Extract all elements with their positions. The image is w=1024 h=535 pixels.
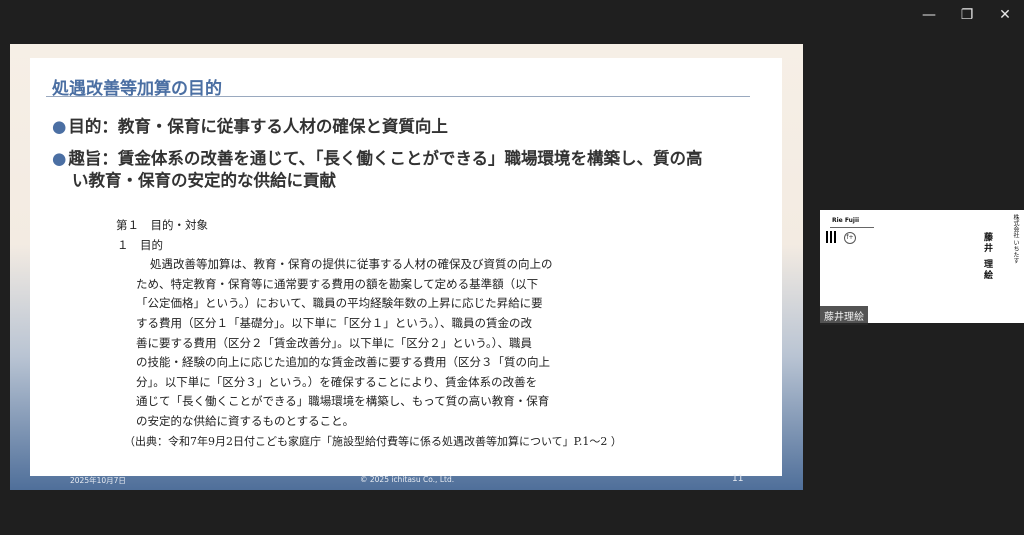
doc-line: ため、特定教育・保育等に通常要する費用の額を勘案して定める基準額（以下	[136, 276, 539, 291]
doc-line: 「公定価格」という。）において、職員の平均経験年数の上昇に応じた昇給に要	[136, 296, 543, 311]
title-divider	[46, 96, 750, 97]
bullet-purpose-text: 目的：教育・保育に従事する人材の確保と資質向上	[68, 117, 448, 136]
doc-subheading: １ 目的	[117, 237, 163, 252]
document-excerpt: 第１ 目的・対象 １ 目的 処遇改善等加算は、教育・保育の提供に従事する人材の確…	[116, 216, 626, 432]
restore-button[interactable]: ❐	[948, 0, 986, 30]
doc-line: 処遇改善等加算は、教育・保育の提供に従事する人材の確保及び資質の向上の	[150, 257, 553, 272]
doc-line: する費用（区分１「基礎分」。以下単に「区分１」という。）、職員の賃金の改	[136, 315, 533, 330]
bullet-intent: ● 趣旨：賃金体系の改善を通じて、「長く働くことができる」職場環境を構築し、質の高…	[52, 148, 732, 192]
slide-footer-date: 2025年10月7日	[70, 476, 126, 485]
slide-footer-copyright: © 2025 ichitasu Co., Ltd.	[360, 475, 455, 484]
shared-slide: 処遇改善等加算の目的 ● 目的：教育・保育に従事する人材の確保と資質向上 ● 趣旨：…	[10, 44, 803, 490]
bullet-dot-icon: ●	[52, 149, 67, 168]
doc-paragraph: 処遇改善等加算は、教育・保育の提供に従事する人材の確保及び資質の向上の ため、特…	[116, 255, 626, 431]
card-name-en: Rie Fujii	[832, 217, 860, 224]
doc-line: の技能・経験の向上に応じた追加的な賃金改善に要する費用（区分３「質の向上	[136, 355, 550, 370]
source-citation: （出典：令和7年9月2日付こども家庭庁「施設型給付費等に係る処遇改善等加算につい…	[124, 435, 622, 448]
card-company: 株式会社 いちたす	[1012, 214, 1019, 264]
doc-section-heading: 第１ 目的・対象	[116, 218, 208, 232]
slide-page-number: 11	[732, 474, 744, 484]
doc-line: の安定的な供給に資するものとすること。	[136, 413, 355, 428]
card-name-jp: 藤井 理絵	[982, 232, 992, 282]
participant-name-label: 藤井理絵	[820, 306, 868, 325]
card-divider	[830, 227, 874, 228]
bullet-intent-line1: 趣旨：賃金体系の改善を通じて、「長く働くことができる」職場環境を構築し、質の高	[68, 149, 703, 168]
minimize-button[interactable]: —	[910, 0, 948, 30]
window-controls: — ❐ ✕	[910, 0, 1024, 30]
close-button[interactable]: ✕	[986, 0, 1024, 30]
doc-line: 分」。以下単に「区分３」という。）を確保することにより、賃金体系の改善を	[136, 374, 538, 389]
bullet-intent-line2: い教育・保育の安定的な供給に貢献	[72, 171, 336, 190]
facebook-icon: f+	[844, 232, 856, 244]
qr-code-icon	[826, 231, 838, 243]
bullet-purpose: ● 目的：教育・保育に従事する人材の確保と資質向上	[52, 116, 732, 138]
doc-line: 通じて「長く働くことができる」職場環境を構築し、もって質の高い教育・保育	[136, 394, 550, 409]
doc-line: 善に要する費用（区分２「賃金改善分」。以下単に「区分２」という。）、職員	[136, 335, 533, 350]
bullet-dot-icon: ●	[52, 117, 67, 136]
